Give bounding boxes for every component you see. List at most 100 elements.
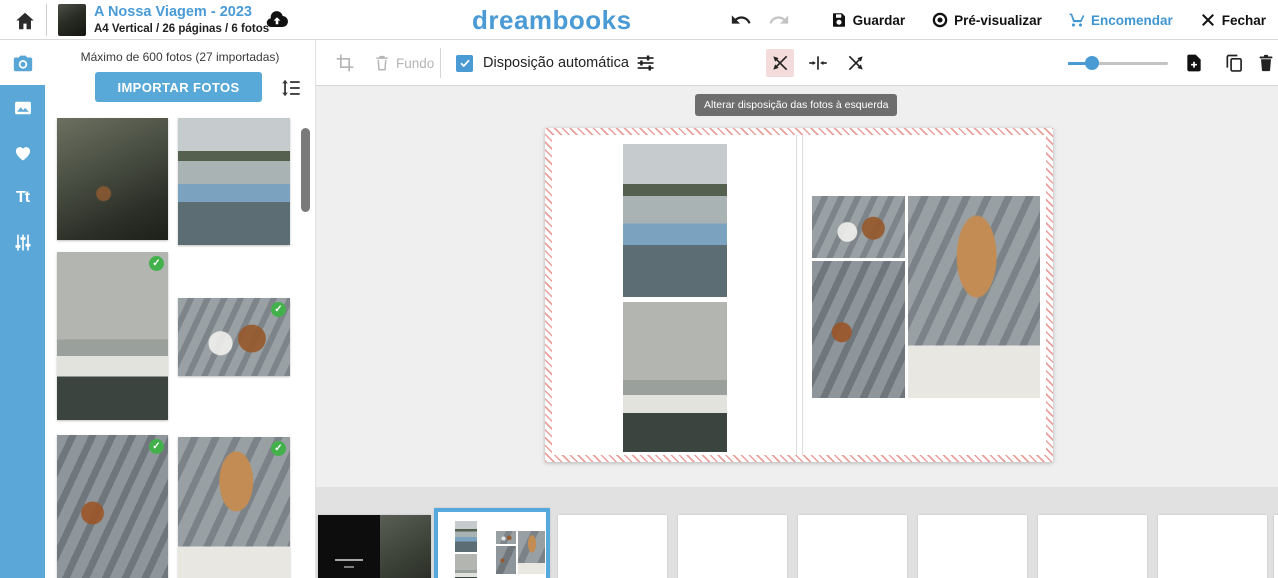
copy-icon xyxy=(1224,53,1244,73)
divider xyxy=(46,4,47,36)
page-thumb-empty[interactable] xyxy=(1274,515,1278,578)
shuffle-right-icon xyxy=(846,53,866,73)
photo-thumb-woman-with-hat[interactable]: ✓ xyxy=(178,437,290,578)
photo-used-check-icon: ✓ xyxy=(271,302,286,317)
rail-tab-photos[interactable] xyxy=(0,85,45,130)
crop-icon xyxy=(335,53,355,73)
photo-used-check-icon: ✓ xyxy=(149,439,164,454)
page-spine xyxy=(802,135,803,455)
page-spine xyxy=(796,135,797,455)
shuffle-right-layout-button[interactable] xyxy=(846,40,866,86)
pages-strip xyxy=(316,487,1278,578)
layout-options-button[interactable] xyxy=(636,40,656,86)
canvas-toolbar: Fundo Disposição automática xyxy=(316,40,1278,86)
photo-thumb-woman-reaching-from-boat[interactable] xyxy=(178,118,290,245)
rail-tab-layout-settings[interactable] xyxy=(0,220,45,265)
book-spread[interactable] xyxy=(545,128,1053,462)
undo-icon[interactable] xyxy=(730,9,752,31)
close-button[interactable]: Fechar xyxy=(1199,11,1266,29)
order-label: Encomendar xyxy=(1091,13,1173,28)
preview-button[interactable]: Pré-visualizar xyxy=(931,11,1042,29)
save-button[interactable]: Guardar xyxy=(830,11,906,29)
spread-photo-couple-portrait[interactable] xyxy=(812,196,905,258)
tune-icon xyxy=(636,53,656,73)
save-label: Guardar xyxy=(853,13,906,28)
page-thumb-cover[interactable] xyxy=(318,515,431,578)
text-icon: Tt xyxy=(16,189,29,207)
spread-photo-man-leaning-on-rocks[interactable] xyxy=(812,261,905,398)
book-cover-thumbnail[interactable] xyxy=(58,4,86,36)
spread-pages xyxy=(552,135,1046,455)
page-thumb-empty[interactable] xyxy=(558,515,667,578)
book-info: A Nossa Viagem - 2023 A4 Vertical / 26 p… xyxy=(94,4,269,36)
divider xyxy=(440,48,441,78)
spread-photo-woman-reaching-from-boat[interactable] xyxy=(623,144,727,297)
book-title[interactable]: A Nossa Viagem - 2023 xyxy=(94,4,269,21)
page-thumb-empty[interactable] xyxy=(678,515,787,578)
book-subtitle: A4 Vertical / 26 páginas / 6 fotos xyxy=(94,23,269,36)
close-label: Fechar xyxy=(1222,13,1266,28)
image-icon xyxy=(13,98,33,118)
crop-button[interactable] xyxy=(335,40,355,86)
collapse-horizontal-icon xyxy=(808,53,828,73)
redo-icon[interactable] xyxy=(768,9,790,31)
photo-used-check-icon: ✓ xyxy=(271,441,286,456)
trash-outline-icon xyxy=(373,54,391,72)
rail-tab-favorites[interactable] xyxy=(0,130,45,175)
spread-photo-woman-sitting-on-boat[interactable] xyxy=(623,302,727,452)
photos-panel-scrollbar[interactable] xyxy=(301,128,310,212)
history-controls xyxy=(730,9,790,31)
page-thumb-empty[interactable] xyxy=(1158,515,1267,578)
photo-thumb-couple-on-rocks[interactable] xyxy=(57,118,168,240)
cart-icon xyxy=(1068,11,1086,29)
auto-layout-toggle[interactable]: Disposição automática xyxy=(456,40,629,86)
zoom-slider[interactable] xyxy=(1068,40,1168,86)
shuffle-left-layout-button[interactable] xyxy=(766,40,794,86)
delete-page-button[interactable] xyxy=(1256,40,1276,86)
background-button[interactable]: Fundo xyxy=(373,40,434,86)
preview-eye-icon xyxy=(931,11,949,29)
page-thumb-spread-selected[interactable] xyxy=(434,508,550,578)
photo-thumb-woman-sitting-on-boat[interactable]: ✓ xyxy=(57,252,168,420)
rail-tab-camera[interactable] xyxy=(0,40,45,85)
zoom-slider-track[interactable] xyxy=(1068,62,1168,65)
photo-limit-text: Máximo de 600 fotos (27 importadas) xyxy=(45,50,315,64)
duplicate-page-button[interactable] xyxy=(1224,40,1244,86)
sort-photos-icon[interactable] xyxy=(280,77,302,99)
vertical-sliders-icon xyxy=(13,233,33,253)
home-icon[interactable] xyxy=(12,8,38,34)
auto-layout-checkbox[interactable] xyxy=(456,55,473,72)
dreambooks-logo: dreambooks xyxy=(472,5,632,36)
trash-icon xyxy=(1256,53,1276,73)
rail-blue-section: Tt xyxy=(0,85,45,578)
page-thumb-empty[interactable] xyxy=(918,515,1027,578)
photobook-editor: A Nossa Viagem - 2023 A4 Vertical / 26 p… xyxy=(0,0,1278,578)
zoom-slider-knob[interactable] xyxy=(1085,56,1099,70)
close-icon xyxy=(1199,11,1217,29)
merge-layout-button[interactable] xyxy=(808,40,828,86)
add-page-icon xyxy=(1184,53,1204,73)
shuffle-left-icon xyxy=(766,49,794,77)
page-thumb-empty[interactable] xyxy=(798,515,907,578)
topbar-actions: Guardar Pré-visualizar Encomendar Fechar xyxy=(730,0,1266,40)
page-thumb-empty[interactable] xyxy=(1038,515,1147,578)
photos-panel: Máximo de 600 fotos (27 importadas) IMPO… xyxy=(45,40,316,578)
cloud-upload-icon[interactable] xyxy=(262,8,292,32)
heart-icon xyxy=(13,143,33,163)
cover-photo xyxy=(380,515,431,578)
left-icon-rail: Tt xyxy=(0,40,45,578)
photo-thumb-couple-portrait[interactable]: ✓ xyxy=(178,298,290,376)
camera-icon xyxy=(12,52,34,74)
import-photos-button[interactable]: IMPORTAR FOTOS xyxy=(95,72,262,102)
preview-label: Pré-visualizar xyxy=(954,13,1042,28)
save-icon xyxy=(830,11,848,29)
add-page-button[interactable] xyxy=(1184,40,1204,86)
cover-title-area xyxy=(318,515,380,578)
rail-tab-text[interactable]: Tt xyxy=(0,175,45,220)
background-label: Fundo xyxy=(396,56,434,71)
photo-thumb-man-leaning-on-rocks[interactable]: ✓ xyxy=(57,435,168,578)
layout-tooltip: Alterar disposição das fotos à esquerda xyxy=(695,94,897,116)
spread-photo-woman-with-hat[interactable] xyxy=(908,196,1040,398)
top-bar: A Nossa Viagem - 2023 A4 Vertical / 26 p… xyxy=(0,0,1278,40)
order-button[interactable]: Encomendar xyxy=(1068,11,1173,29)
